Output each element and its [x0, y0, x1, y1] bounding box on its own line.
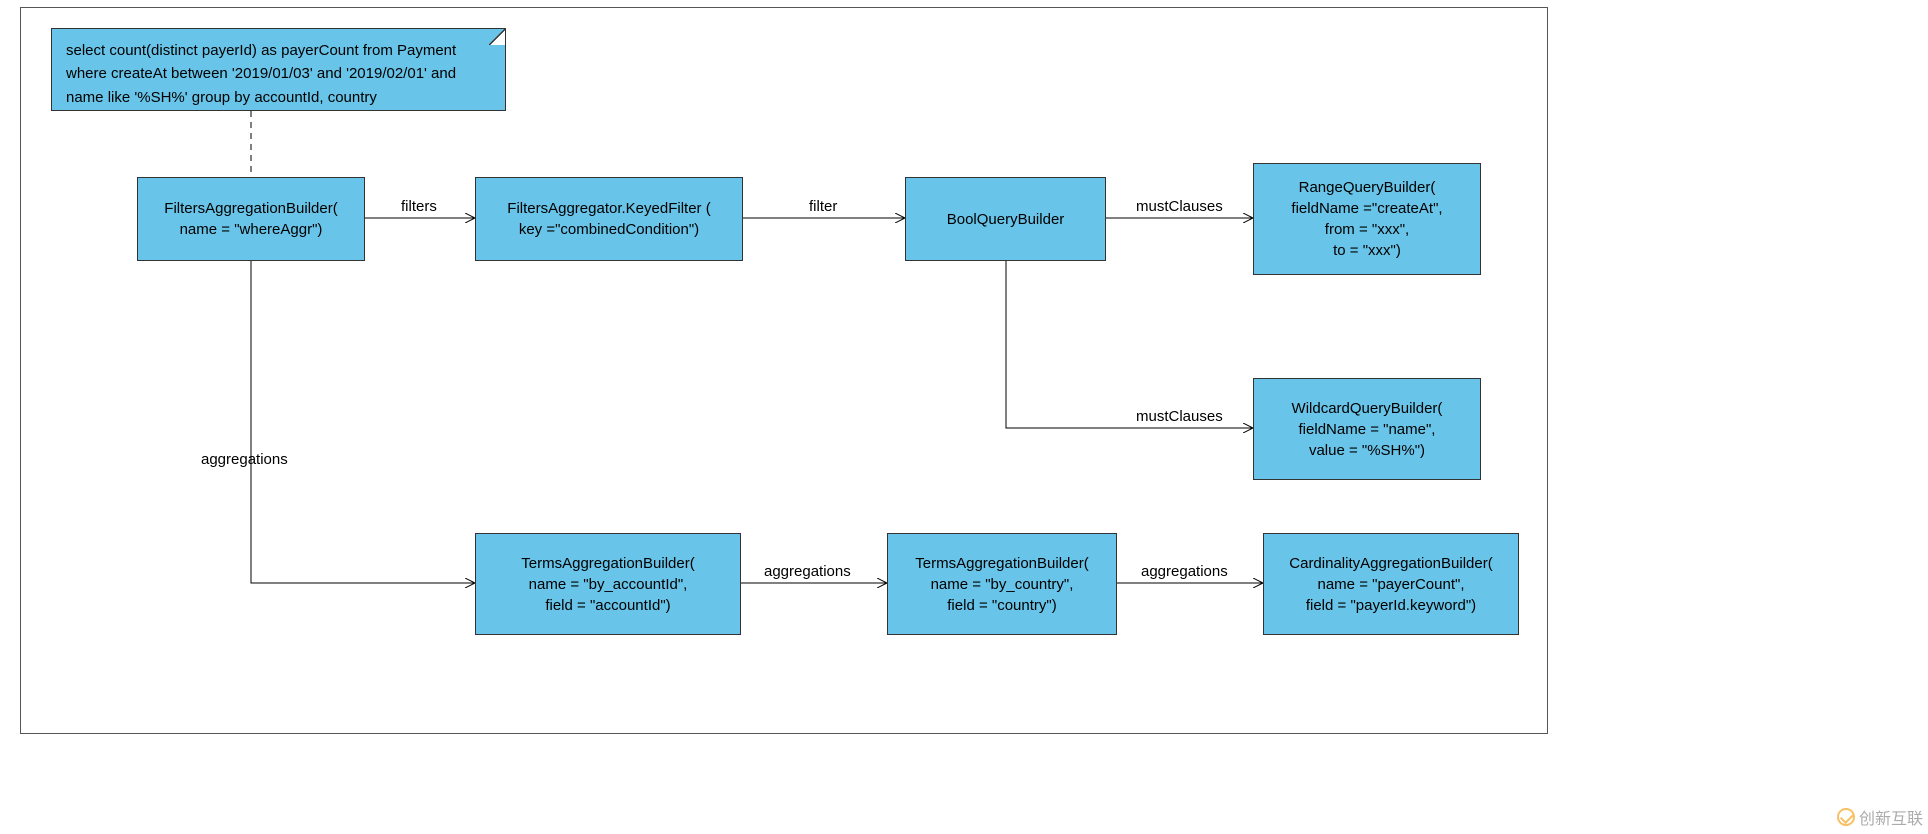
diagram-frame: select count(distinct payerId) as payerC… [20, 7, 1548, 734]
watermark-icon [1837, 808, 1855, 826]
box-line: field = "country") [947, 595, 1056, 616]
box-line: name = "by_country", [931, 574, 1074, 595]
range-query-builder-box: RangeQueryBuilder( fieldName ="createAt"… [1253, 163, 1481, 275]
watermark-text: 创新互联 [1859, 805, 1923, 829]
box-line: name = "payerCount", [1318, 574, 1465, 595]
watermark: 创新互联 [1837, 805, 1923, 829]
bool-query-builder-box: BoolQueryBuilder [905, 177, 1106, 261]
box-line: value = "%SH%") [1309, 440, 1425, 461]
edge-label-mustclauses-2: mustClauses [1136, 408, 1223, 425]
edge-label-aggregations-3: aggregations [1141, 563, 1228, 580]
box-line: WildcardQueryBuilder( [1292, 398, 1443, 419]
box-line: field = "payerId.keyword") [1306, 595, 1476, 616]
note-line: name like '%SH%' group by accountId, cou… [66, 86, 491, 109]
box-line: TermsAggregationBuilder( [915, 553, 1088, 574]
edge-label-mustclauses-1: mustClauses [1136, 198, 1223, 215]
box-line: fieldName = "name", [1299, 419, 1436, 440]
edge-label-aggregations-2: aggregations [764, 563, 851, 580]
terms-accountid-box: TermsAggregationBuilder( name = "by_acco… [475, 533, 741, 635]
note-line: select count(distinct payerId) as payerC… [66, 39, 491, 62]
keyed-filter-box: FiltersAggregator.KeyedFilter ( key ="co… [475, 177, 743, 261]
box-line: field = "accountId") [545, 595, 670, 616]
edge-label-filter: filter [809, 198, 837, 215]
edge-label-filters: filters [401, 198, 437, 215]
filters-aggregation-builder-box: FiltersAggregationBuilder( name = "where… [137, 177, 365, 261]
cardinality-builder-box: CardinalityAggregationBuilder( name = "p… [1263, 533, 1519, 635]
box-line: TermsAggregationBuilder( [521, 553, 694, 574]
box-line: RangeQueryBuilder( [1299, 177, 1436, 198]
box-line: BoolQueryBuilder [947, 209, 1065, 230]
box-line: key ="combinedCondition") [519, 219, 699, 240]
box-line: to = "xxx") [1333, 240, 1401, 261]
sql-note: select count(distinct payerId) as payerC… [51, 28, 506, 111]
box-line: name = "whereAggr") [180, 219, 323, 240]
terms-country-box: TermsAggregationBuilder( name = "by_coun… [887, 533, 1117, 635]
note-line: where createAt between '2019/01/03' and … [66, 62, 491, 85]
wildcard-query-builder-box: WildcardQueryBuilder( fieldName = "name"… [1253, 378, 1481, 480]
box-line: FiltersAggregator.KeyedFilter ( [507, 198, 710, 219]
box-line: fieldName ="createAt", [1291, 198, 1442, 219]
box-line: name = "by_accountId", [529, 574, 688, 595]
box-line: FiltersAggregationBuilder( [164, 198, 337, 219]
box-line: from = "xxx", [1325, 219, 1409, 240]
edge-label-aggregations-1: aggregations [201, 451, 288, 468]
box-line: CardinalityAggregationBuilder( [1289, 553, 1492, 574]
